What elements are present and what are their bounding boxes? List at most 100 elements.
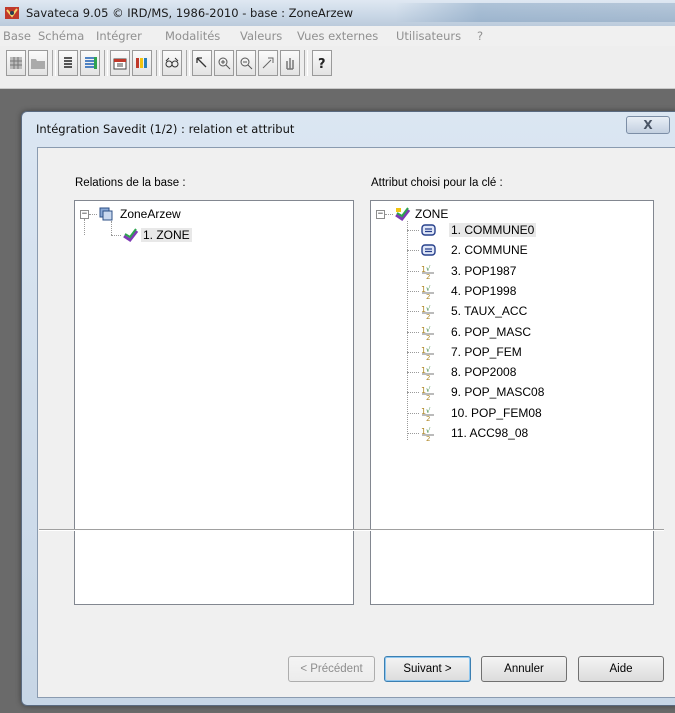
tree-root-label[interactable]: ZoneArzew [120,207,181,221]
attribute-item[interactable]: 3. POP1987 [451,264,516,278]
svg-text:√: √ [426,366,431,374]
zoom-out-icon [240,57,253,70]
svg-text:2: 2 [426,334,430,340]
list-view-button[interactable] [58,50,78,76]
open-base-button[interactable] [28,50,48,76]
pointer-button[interactable] [192,50,212,76]
app-icon [5,7,19,19]
application-window: Savateca 9.05 © IRD/MS, 1986-2010 - base… [0,0,675,713]
svg-text:√: √ [426,427,431,435]
menu-schema[interactable]: Schéma [38,29,84,43]
relation-icon [123,228,139,243]
tree-root-label[interactable]: ZONE [415,207,448,221]
zoom-out-button[interactable] [236,50,256,76]
grid-icon [10,57,22,69]
svg-text:2: 2 [426,273,430,279]
menu-integrer[interactable]: Intégrer [96,29,142,43]
collapse-toggle[interactable]: − [80,210,89,219]
text-field-icon [421,224,436,236]
previous-button[interactable]: < Précédent [288,656,375,682]
menu-modalites[interactable]: Modalités [165,29,220,43]
color-bars-icon [136,58,147,68]
svg-text:2: 2 [426,435,430,441]
colored-list-icon [85,57,97,69]
attribute-item[interactable]: 7. POP_FEM [451,345,522,359]
relation-item-zone[interactable]: 1. ZONE [141,228,192,242]
numeric-field-icon: 1 √2 [421,407,434,421]
svg-text:2: 2 [426,313,430,319]
numeric-field-icon: 1 √2 [421,285,434,299]
svg-text:√: √ [426,285,431,293]
toolbar: ? [0,46,675,89]
svg-text:√: √ [426,346,431,354]
svg-text:?: ? [318,57,326,71]
relations-tree[interactable]: − ZoneArzew 1. ZONE [74,200,354,605]
menu-utilisateurs[interactable]: Utilisateurs [396,29,461,43]
zoom-in-icon [218,57,231,70]
relations-label: Relations de la base : [75,177,186,189]
attribute-item[interactable]: 6. POP_MASC [451,325,531,339]
numeric-field-icon: 1 √2 [421,265,434,279]
pan-button[interactable] [280,50,300,76]
svg-text:√: √ [426,386,431,394]
numeric-field-icon: 1 √2 [421,366,434,380]
svg-text:2: 2 [426,293,430,299]
svg-text:√: √ [426,326,431,334]
svg-text:√: √ [426,305,431,313]
zoom-extent-button[interactable] [258,50,278,76]
attribute-item[interactable]: 9. POP_MASC08 [451,385,544,399]
hand-icon [286,58,294,70]
numeric-field-icon: 1 √2 [421,346,434,360]
svg-text:2: 2 [426,374,430,380]
title-bar: Savateca 9.05 © IRD/MS, 1986-2010 - base… [0,0,675,27]
close-button[interactable]: X [626,116,670,134]
cancel-button[interactable]: Annuler [481,656,567,682]
svg-text:√: √ [426,265,431,273]
folder-icon [31,59,45,69]
numeric-field-icon: 1 √2 [421,386,434,400]
glasses-icon [165,57,179,68]
next-button[interactable]: Suivant > [384,656,471,682]
new-base-button[interactable] [6,50,26,76]
arrow-pointer-icon [196,57,207,68]
menu-bar: Base Schéma Intégrer Modalités Valeurs V… [0,26,675,46]
zoom-extent-icon [262,57,274,69]
svg-text:2: 2 [426,394,430,400]
help-button[interactable]: ? [312,50,332,76]
attribute-item[interactable]: 2. COMMUNE [451,243,528,257]
question-mark-icon: ? [318,57,326,71]
calendar-icon [113,58,127,70]
relation-icon [395,207,411,222]
menu-vues-externes[interactable]: Vues externes [297,29,378,43]
attribute-item[interactable]: 11. ACC98_08 [451,426,528,440]
collapse-toggle[interactable]: − [376,210,385,219]
dialog-title: Intégration Savedit (1/2) : relation et … [36,122,295,136]
attribute-item[interactable]: 10. POP_FEM08 [451,406,542,420]
attribute-item[interactable]: 4. POP1998 [451,284,516,298]
palette-button[interactable] [132,50,152,76]
zoom-in-button[interactable] [214,50,234,76]
list-icon [64,57,72,68]
window-title: Savateca 9.05 © IRD/MS, 1986-2010 - base… [26,6,354,20]
numeric-field-icon: 1 √2 [421,326,434,340]
calendar-button[interactable] [110,50,130,76]
numeric-field-icon: 1 √2 [421,305,434,319]
view-button[interactable] [162,50,182,76]
svg-text:√: √ [426,407,431,415]
numeric-field-icon: 1 √2 [421,427,434,441]
help-dialog-button[interactable]: Aide [578,656,664,682]
attribute-item[interactable]: 1. COMMUNE0 [449,223,537,237]
attribute-item[interactable]: 5. TAUX_ACC [451,304,527,318]
svg-text:2: 2 [426,354,430,360]
database-icon [99,207,113,221]
text-field-icon [421,244,436,256]
menu-base[interactable]: Base [3,29,31,43]
menu-valeurs[interactable]: Valeurs [240,29,282,43]
button-separator [39,529,664,531]
list-color-button[interactable] [80,50,100,76]
svg-text:2: 2 [426,415,430,421]
menu-help[interactable]: ? [477,29,483,43]
attribute-item[interactable]: 8. POP2008 [451,365,516,379]
attributes-tree[interactable]: − ZONE 1. COMMUNE0 2. COMMUNE 1 √ 2 3. POP198… [370,200,654,605]
attribute-label: Attribut choisi pour la clé : [371,177,503,189]
